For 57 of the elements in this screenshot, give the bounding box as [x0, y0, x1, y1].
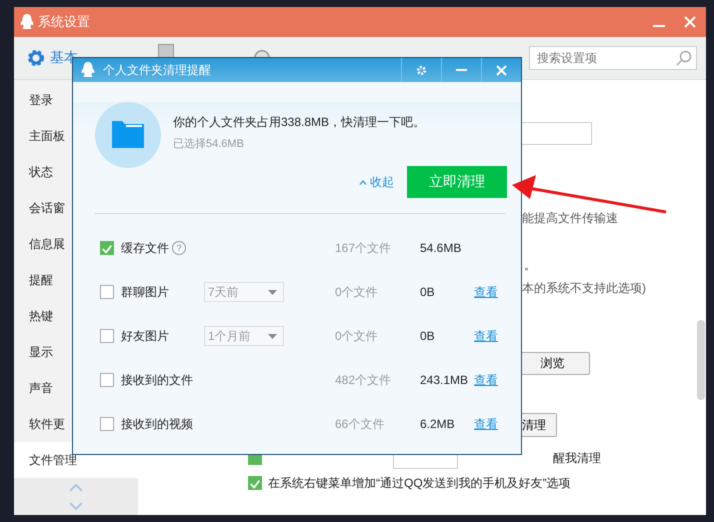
- sidebar-item[interactable]: 文件管理: [29, 453, 77, 467]
- close-icon[interactable]: [684, 16, 696, 28]
- penguin-icon: [20, 14, 34, 30]
- setting-text: 醒我清理: [553, 450, 601, 466]
- file-size: 243.1MB: [420, 373, 470, 387]
- file-count: 0个文件: [335, 284, 379, 300]
- scrollbar[interactable]: [697, 320, 705, 400]
- file-size: 0B: [420, 285, 436, 299]
- file-size: 54.6MB: [420, 241, 462, 255]
- checkbox[interactable]: [100, 241, 114, 255]
- gear-icon: [27, 49, 45, 67]
- sidebar-item[interactable]: 会话窗: [29, 201, 65, 215]
- gear-icon: [416, 64, 427, 76]
- checkbox[interactable]: [100, 417, 114, 431]
- search-field[interactable]: 搜索设置项: [529, 46, 697, 70]
- file-count: 482个文件: [335, 372, 392, 388]
- search-icon: [676, 50, 692, 66]
- sidebar-item[interactable]: 主面板: [29, 129, 65, 143]
- minimize-icon: [456, 69, 467, 71]
- item-label: 好友图片: [121, 328, 169, 344]
- checkbox[interactable]: [100, 373, 114, 387]
- selected-size-text: 已选择54.6MB: [173, 136, 245, 150]
- file-size: 0B: [420, 329, 436, 343]
- window-title: 系统设置: [38, 13, 90, 31]
- file-count: 0个文件: [335, 328, 379, 344]
- checkbox[interactable]: [100, 285, 114, 299]
- sidebar-item[interactable]: 软件更: [29, 417, 65, 431]
- checkbox[interactable]: [248, 476, 262, 490]
- dialog-title: 个人文件夹清理提醒: [103, 62, 211, 78]
- sidebar-item[interactable]: 提醒: [29, 273, 53, 287]
- sidebar-item[interactable]: 显示: [29, 345, 53, 359]
- checkbox[interactable]: [100, 329, 114, 343]
- caret-icon: [268, 290, 277, 294]
- item-label: 接收到的文件: [121, 372, 193, 388]
- setting-text: 能提高文件传输速: [522, 210, 618, 226]
- chevron-up-icon[interactable]: [69, 484, 83, 492]
- sidebar-item[interactable]: 状态: [29, 165, 53, 179]
- item-label: 缓存文件: [121, 240, 169, 256]
- file-count: 167个文件: [335, 240, 392, 256]
- sidebar-item[interactable]: 声音: [29, 381, 53, 395]
- sidebar-item[interactable]: 信息展: [29, 237, 65, 251]
- sidebar-item[interactable]: 热键: [29, 309, 53, 323]
- message-text: 你的个人文件夹占用338.8MB，快清理一下吧。: [173, 114, 426, 130]
- setting-text: 本的系统不支持此选项): [522, 280, 646, 296]
- caret-icon: [359, 180, 367, 184]
- file-count: 66个文件: [335, 416, 386, 432]
- penguin-icon: [81, 62, 95, 78]
- folder-icon: [95, 102, 161, 168]
- chevron-down-icon[interactable]: [69, 502, 83, 510]
- close-icon: [496, 64, 507, 76]
- item-label: 群聊图片: [121, 284, 169, 300]
- file-size: 6.2MB: [420, 417, 456, 431]
- setting-text: 。: [524, 256, 536, 274]
- item-label: 接收到的视频: [121, 416, 193, 432]
- sidebar-item[interactable]: 登录: [29, 93, 53, 107]
- caret-icon: [268, 334, 277, 338]
- setting-text: 在系统右键菜单增加“通过QQ发送到我的手机及好友”选项: [268, 474, 571, 492]
